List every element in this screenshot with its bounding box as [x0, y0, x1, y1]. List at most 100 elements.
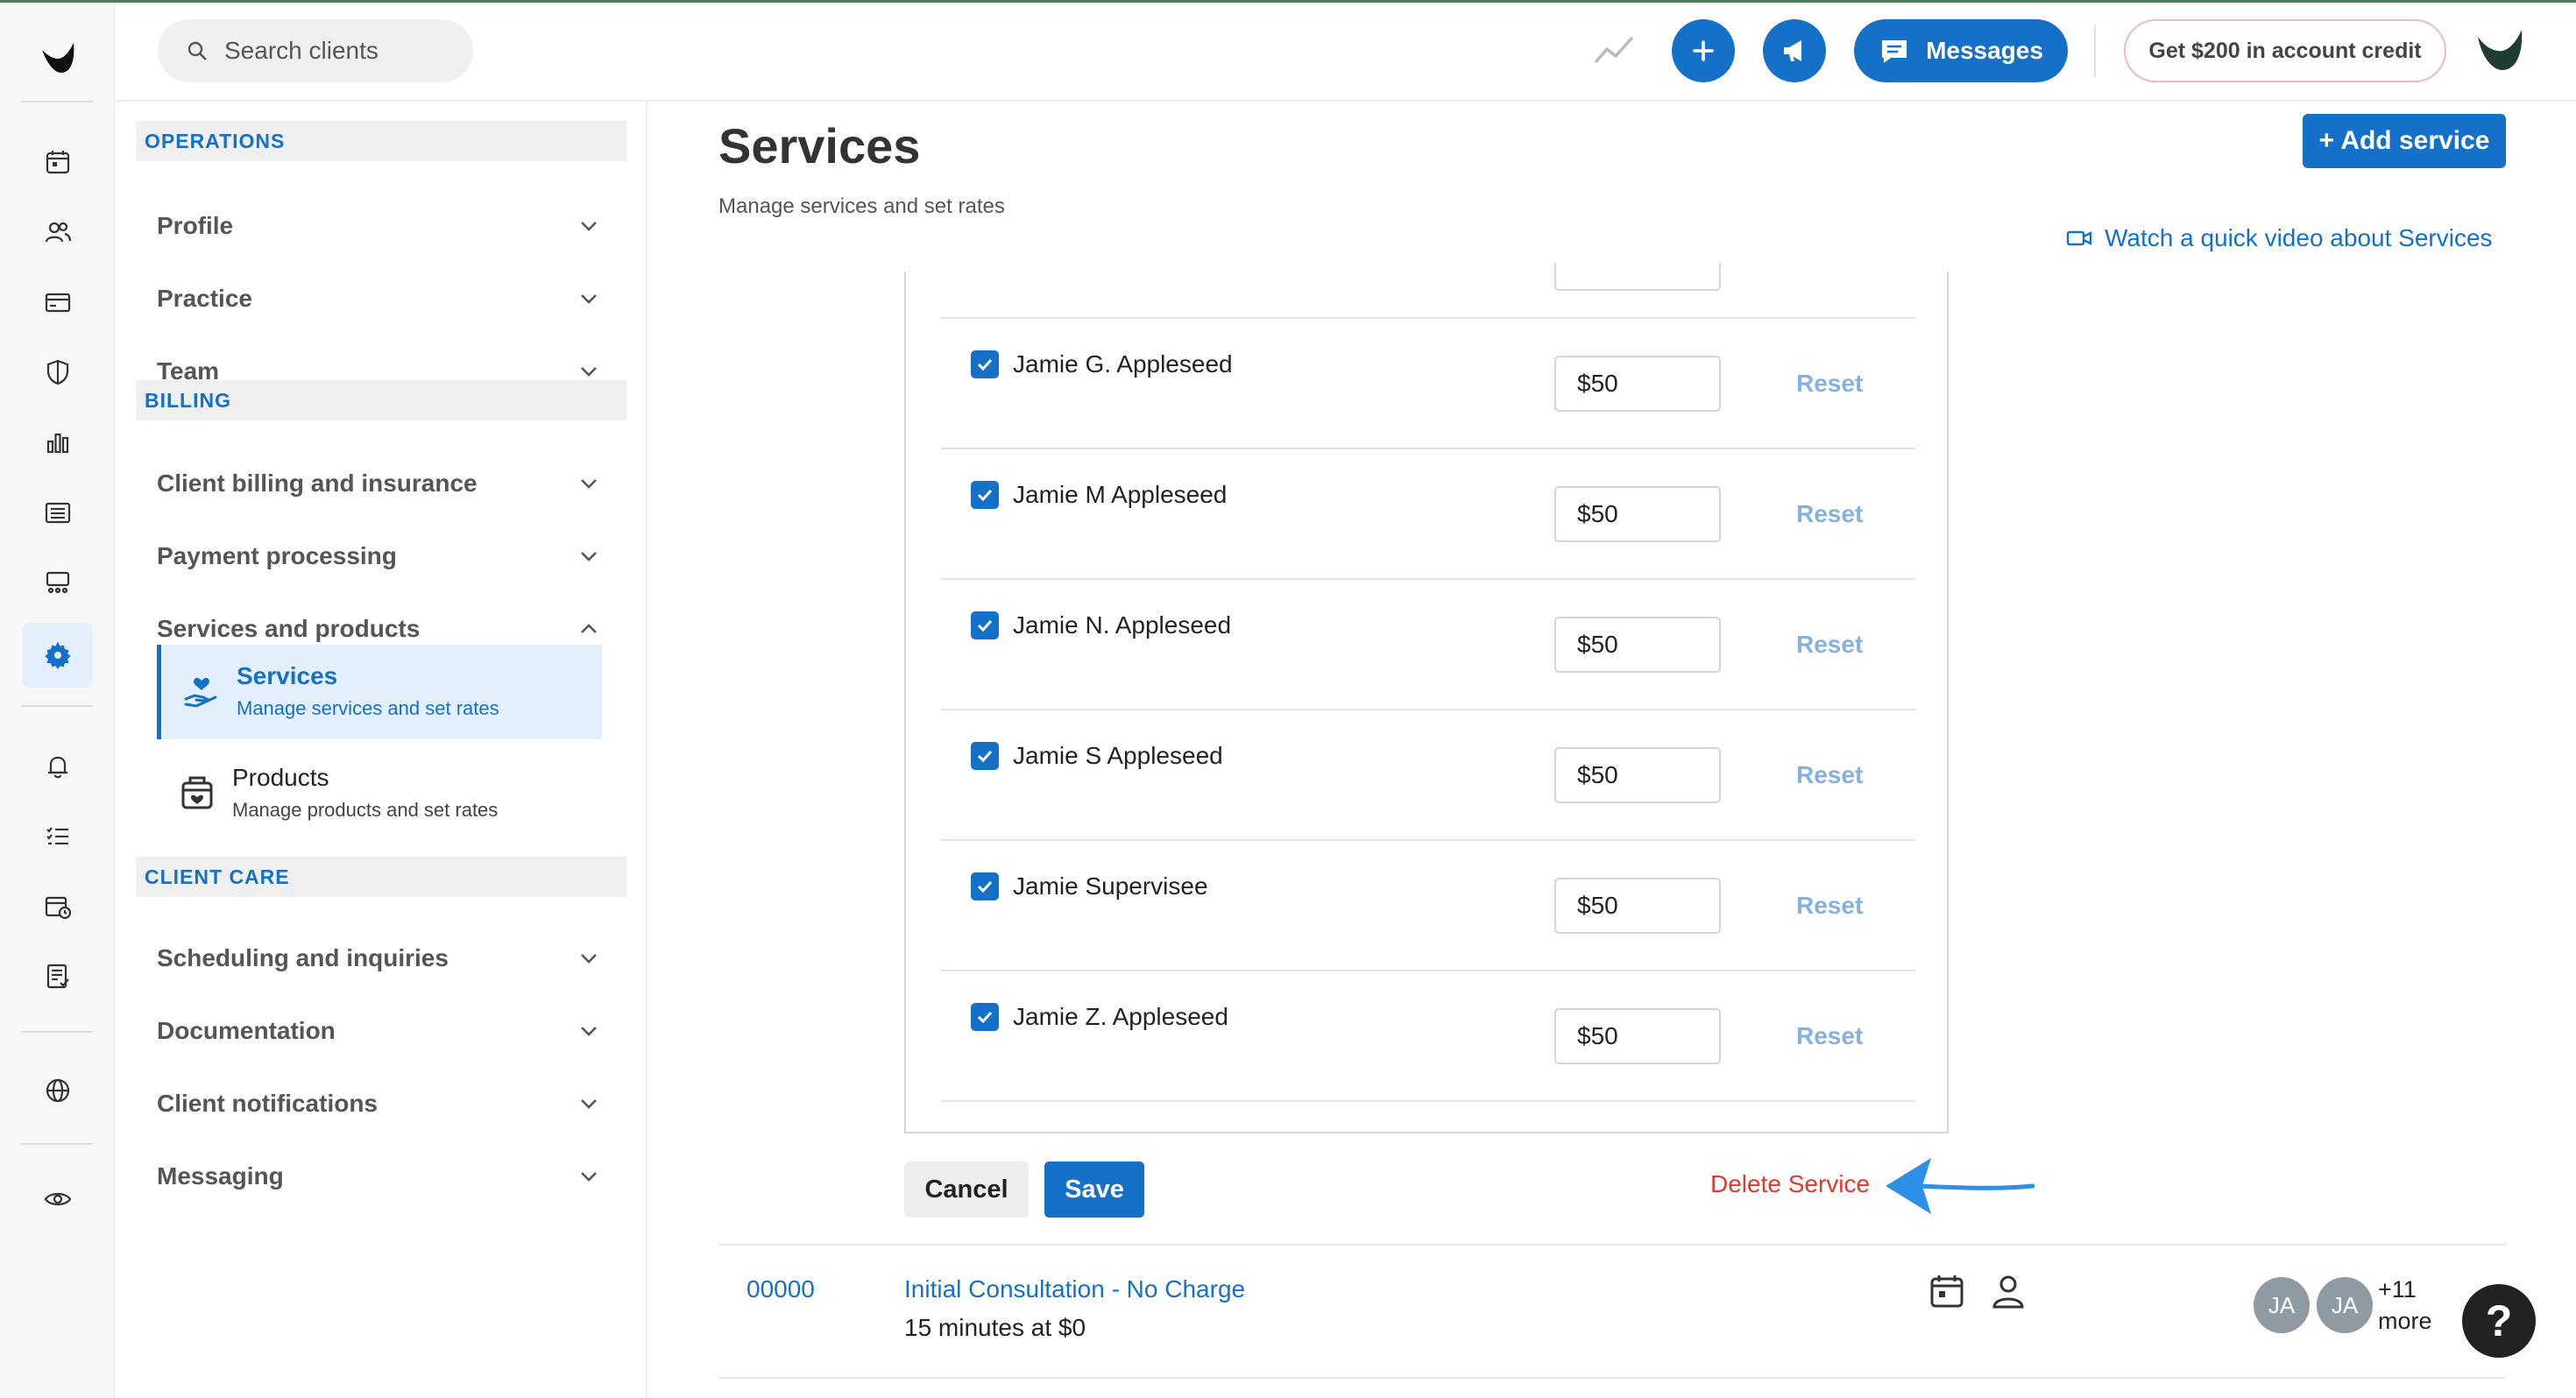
- clinician-checkbox[interactable]: [971, 350, 999, 378]
- video-link-label: Watch a quick video about Services: [2105, 224, 2493, 251]
- rate-input[interactable]: [1554, 356, 1721, 412]
- clinician-checkbox[interactable]: [971, 481, 999, 509]
- top-accent-line: [0, 0, 2576, 3]
- more-count: +11: [2378, 1276, 2417, 1303]
- account-credit-button[interactable]: Get $200 in account credit: [2124, 19, 2446, 82]
- messages-button[interactable]: Messages: [1854, 19, 2068, 82]
- video-camera-icon: [2066, 230, 2092, 246]
- rate-input[interactable]: [1554, 878, 1721, 934]
- nav-item-profile[interactable]: Profile: [157, 198, 602, 254]
- nav-item-practice[interactable]: Practice: [157, 271, 602, 327]
- clinician-name: Jamie M Appleseed: [1013, 481, 1228, 508]
- nav-item-label: Documentation: [157, 1017, 336, 1044]
- chevron-down-icon: [581, 479, 597, 489]
- search-icon: [188, 41, 207, 60]
- service-row-divider: [718, 1244, 2506, 1246]
- chevron-down-icon: [581, 954, 597, 964]
- app-logo-icon[interactable]: [35, 38, 81, 80]
- nav-item-payment-processing[interactable]: Payment processing: [157, 528, 602, 584]
- messages-label: Messages: [1926, 37, 2043, 64]
- nav-item-label: Services and products: [157, 615, 421, 642]
- product-box-icon: [181, 776, 213, 809]
- video-link[interactable]: Watch a quick video about Services: [2066, 224, 2493, 252]
- check-icon: [977, 1011, 993, 1024]
- check-icon: [977, 489, 993, 502]
- clinician-name: Jamie Supervisee: [1013, 872, 1208, 900]
- reset-link[interactable]: Reset: [1796, 500, 1863, 528]
- globe-icon[interactable]: [35, 1068, 81, 1113]
- rate-input[interactable]: [1554, 747, 1721, 803]
- rate-input[interactable]: [1554, 486, 1721, 542]
- service-name-link[interactable]: Initial Consultation - No Charge: [904, 1275, 1245, 1303]
- clinician-row: Jamie M Appleseed Reset: [941, 448, 1915, 578]
- insurance-shield-icon[interactable]: [35, 350, 81, 395]
- nav-item-documentation[interactable]: Documentation: [157, 1003, 602, 1059]
- help-button[interactable]: ?: [2462, 1284, 2536, 1358]
- settings-nav: OPERATIONS Profile Practice Team BILLING…: [115, 102, 648, 1398]
- app-nav-rail: [0, 3, 115, 1398]
- analytics-icon[interactable]: [35, 420, 81, 465]
- reset-link[interactable]: Reset: [1796, 892, 1863, 920]
- section-label-billing: BILLING: [136, 380, 626, 420]
- reset-link[interactable]: Reset: [1796, 631, 1863, 659]
- check-icon: [977, 358, 993, 371]
- trend-chart-icon[interactable]: [1593, 33, 1635, 68]
- sub-item-products[interactable]: Products Manage products and set rates: [157, 746, 602, 841]
- clinician-checkbox[interactable]: [971, 1003, 999, 1031]
- hand-heart-icon: [184, 677, 217, 708]
- list-icon[interactable]: [35, 490, 81, 535]
- chevron-down-icon: [581, 1027, 597, 1036]
- account-avatar-icon[interactable]: [2473, 26, 2527, 77]
- search-bar[interactable]: [158, 19, 473, 82]
- tasks-icon[interactable]: [35, 814, 81, 859]
- sub-item-services[interactable]: Services Manage services and set rates: [157, 645, 602, 739]
- rail-divider: [21, 705, 93, 707]
- rate-input[interactable]: [1554, 617, 1721, 673]
- more-clinicians[interactable]: +11 more: [2378, 1274, 2432, 1337]
- nav-item-label: Profile: [157, 212, 234, 239]
- documents-icon[interactable]: [35, 954, 81, 999]
- marketing-icon[interactable]: [35, 560, 81, 605]
- check-icon: [977, 750, 993, 763]
- clinician-checkbox[interactable]: [971, 742, 999, 770]
- cancel-button[interactable]: Cancel: [904, 1161, 1029, 1218]
- billing-card-icon[interactable]: [35, 279, 81, 325]
- nav-item-messaging[interactable]: Messaging: [157, 1148, 602, 1204]
- reset-link[interactable]: Reset: [1796, 370, 1863, 398]
- clinician-name: Jamie Z. Appleseed: [1013, 1003, 1228, 1030]
- save-button[interactable]: Save: [1044, 1161, 1144, 1218]
- chevron-down-icon: [581, 552, 597, 561]
- clinician-name: Jamie N. Appleseed: [1013, 611, 1232, 639]
- service-code[interactable]: 00000: [747, 1275, 815, 1303]
- clinician-row: Jamie G. Appleseed Reset: [941, 317, 1915, 448]
- chat-bubble-icon: [1882, 40, 1907, 63]
- nav-item-scheduling[interactable]: Scheduling and inquiries: [157, 930, 602, 986]
- nav-item-client-notifications[interactable]: Client notifications: [157, 1076, 602, 1132]
- reset-link[interactable]: Reset: [1796, 1022, 1863, 1050]
- settings-gear-icon[interactable]: [23, 623, 93, 688]
- reset-link[interactable]: Reset: [1796, 761, 1863, 789]
- chevron-down-icon: [581, 294, 597, 304]
- header-divider: [2094, 25, 2096, 77]
- clients-icon[interactable]: [35, 209, 81, 255]
- clinician-name: Jamie S Appleseed: [1013, 742, 1223, 769]
- rate-input[interactable]: [1554, 1008, 1721, 1064]
- nav-item-client-billing[interactable]: Client billing and insurance: [157, 455, 602, 512]
- delete-service-link[interactable]: Delete Service: [1710, 1170, 1870, 1198]
- search-input[interactable]: [224, 37, 452, 65]
- clinician-checkbox[interactable]: [971, 611, 999, 639]
- chevron-up-icon: [581, 624, 597, 633]
- announcements-button[interactable]: [1763, 19, 1826, 82]
- quick-add-button[interactable]: [1672, 19, 1735, 82]
- section-label-client-care: CLIENT CARE: [136, 857, 626, 897]
- chevron-down-icon: [581, 222, 597, 231]
- rail-divider: [21, 101, 93, 102]
- notifications-bell-icon[interactable]: [35, 744, 81, 789]
- calendar-icon[interactable]: [35, 139, 81, 185]
- eye-icon[interactable]: [35, 1176, 81, 1222]
- schedule-icon[interactable]: [35, 884, 81, 929]
- clinician-row: Jamie S Appleseed Reset: [941, 709, 1915, 839]
- add-service-button[interactable]: + Add service: [2303, 114, 2506, 168]
- clinician-checkbox[interactable]: [971, 872, 999, 900]
- row-divider: [941, 1100, 1915, 1102]
